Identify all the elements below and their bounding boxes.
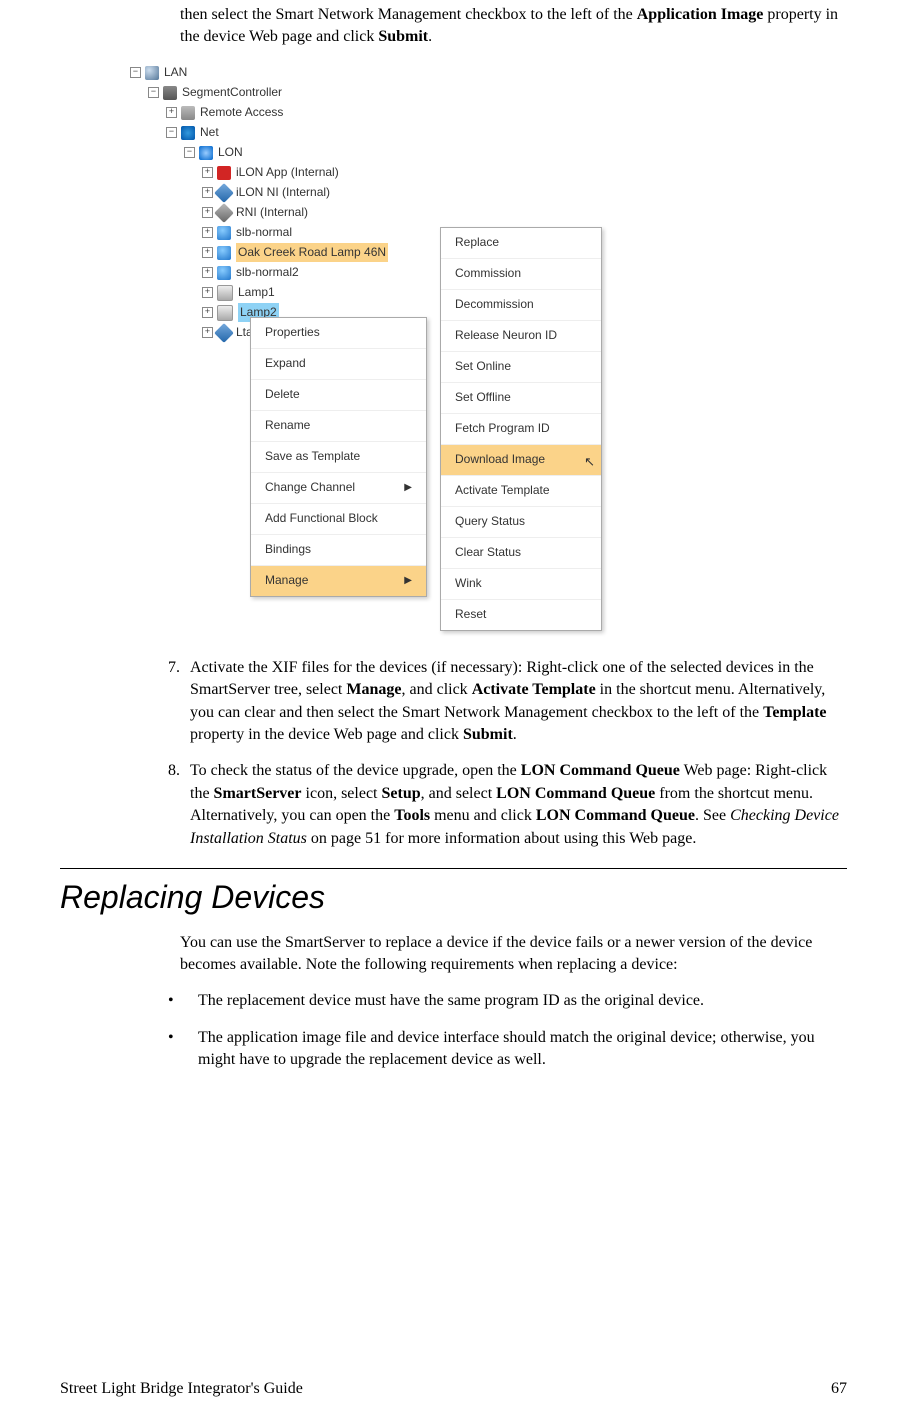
plus-icon: + (166, 107, 177, 118)
bullet-icon: • (160, 1027, 198, 1072)
minus-icon: − (148, 87, 159, 98)
context-menu-primary: Properties Expand Delete Rename Save as … (250, 317, 427, 597)
plus-icon: + (202, 327, 213, 338)
plus-icon: + (202, 167, 213, 178)
context-menu-manage: Replace Commission Decommission Release … (440, 227, 602, 631)
menu-item-reset[interactable]: Reset (441, 600, 601, 630)
controller-icon (163, 86, 177, 100)
section-title: Replacing Devices (60, 875, 847, 920)
menu-item-bindings[interactable]: Bindings (251, 535, 426, 566)
menu-item-download-image[interactable]: Download Image↖ (441, 445, 601, 476)
step-7: 7. Activate the XIF files for the device… (140, 657, 847, 747)
submenu-arrow-icon: ▶ (392, 481, 412, 495)
menu-item-commission[interactable]: Commission (441, 259, 601, 290)
net-icon (181, 126, 195, 140)
minus-icon: − (166, 127, 177, 138)
ltal-icon (214, 323, 234, 343)
menu-item-activate-template[interactable]: Activate Template (441, 476, 601, 507)
plus-icon: + (202, 227, 213, 238)
bullet-1: • The replacement device must have the s… (160, 990, 847, 1012)
lamp-icon (217, 226, 231, 240)
lan-icon (145, 66, 159, 80)
menu-item-expand[interactable]: Expand (251, 349, 426, 380)
menu-item-manage[interactable]: Manage▶ (251, 566, 426, 596)
menu-item-properties[interactable]: Properties (251, 318, 426, 349)
remote-icon (181, 106, 195, 120)
app-icon (217, 166, 231, 180)
tree-node-segment: −SegmentController (130, 83, 630, 103)
menu-item-delete[interactable]: Delete (251, 380, 426, 411)
page-footer: Street Light Bridge Integrator's Guide 6… (60, 1378, 847, 1400)
step-number: 8. (140, 760, 190, 850)
plus-icon: + (202, 307, 213, 318)
footer-page-number: 67 (831, 1378, 847, 1400)
plus-icon: + (202, 207, 213, 218)
menu-item-fetch-program-id[interactable]: Fetch Program ID (441, 414, 601, 445)
device-icon (217, 305, 233, 321)
minus-icon: − (130, 67, 141, 78)
tree-node: +iLON App (Internal) (130, 163, 630, 183)
rni-icon (214, 203, 234, 223)
submenu-arrow-icon: ▶ (392, 574, 412, 588)
menu-item-wink[interactable]: Wink (441, 569, 601, 600)
menu-item-release-neuron-id[interactable]: Release Neuron ID (441, 321, 601, 352)
menu-item-set-online[interactable]: Set Online (441, 352, 601, 383)
menu-item-query-status[interactable]: Query Status (441, 507, 601, 538)
section-intro: You can use the SmartServer to replace a… (180, 932, 847, 977)
step-number: 7. (140, 657, 190, 747)
tree-node-lon: −LON (130, 143, 630, 163)
plus-icon: + (202, 287, 213, 298)
lamp-icon (217, 246, 231, 260)
tree-node-remote: +Remote Access (130, 103, 630, 123)
ni-icon (214, 183, 234, 203)
plus-icon: + (202, 187, 213, 198)
tree-node: +RNI (Internal) (130, 203, 630, 223)
footer-title: Street Light Bridge Integrator's Guide (60, 1378, 303, 1400)
intro-paragraph: then select the Smart Network Management… (180, 4, 847, 49)
lamp-icon (217, 266, 231, 280)
menu-item-save-template[interactable]: Save as Template (251, 442, 426, 473)
menu-item-rename[interactable]: Rename (251, 411, 426, 442)
minus-icon: − (184, 147, 195, 158)
cursor-icon: ↖ (584, 453, 595, 471)
bullet-2: • The application image file and device … (160, 1027, 847, 1072)
tree-node-lan: −LAN (130, 63, 630, 83)
menu-item-decommission[interactable]: Decommission (441, 290, 601, 321)
tree-node: +iLON NI (Internal) (130, 183, 630, 203)
tree-node-net: −Net (130, 123, 630, 143)
smartserver-screenshot: −LAN −SegmentController +Remote Access −… (130, 63, 630, 643)
plus-icon: + (202, 247, 213, 258)
lon-icon (199, 146, 213, 160)
menu-item-replace[interactable]: Replace (441, 228, 601, 259)
device-icon (217, 285, 233, 301)
menu-item-change-channel[interactable]: Change Channel▶ (251, 473, 426, 504)
step-8: 8. To check the status of the device upg… (140, 760, 847, 850)
plus-icon: + (202, 267, 213, 278)
menu-item-clear-status[interactable]: Clear Status (441, 538, 601, 569)
menu-item-set-offline[interactable]: Set Offline (441, 383, 601, 414)
section-divider (60, 868, 847, 869)
menu-item-add-functional-block[interactable]: Add Functional Block (251, 504, 426, 535)
bullet-icon: • (160, 990, 198, 1012)
